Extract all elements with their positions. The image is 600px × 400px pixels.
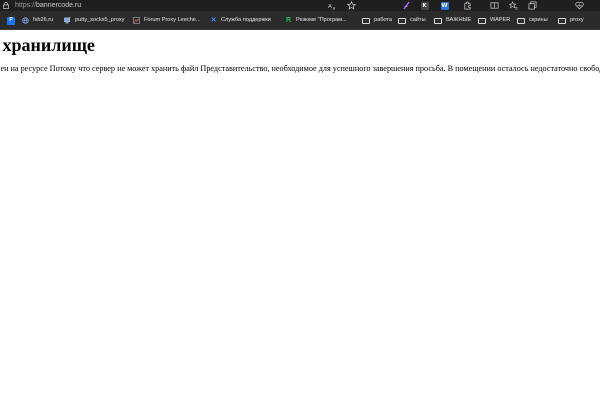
bookmark-label: Служба поддержки — [221, 17, 271, 23]
w-extension-icon[interactable]: W — [440, 1, 449, 10]
leaf-extension-icon[interactable] — [400, 1, 409, 10]
bookmark-label: ВАЖНЫЕ — [446, 17, 472, 23]
lock-icon[interactable] — [3, 2, 9, 9]
bookmark-label: Forum Proxy Leeche... — [144, 17, 201, 23]
p-favicon-icon: P — [7, 16, 15, 25]
puzzle-icon[interactable] — [463, 1, 472, 10]
bookmark-support[interactable]: ✕ Служба поддержки — [210, 15, 271, 26]
error-message: лнен на ресурсе Потому что сервер не мож… — [0, 64, 600, 73]
bookmark-label: proxy — [570, 17, 584, 23]
folder-icon — [517, 17, 525, 24]
bookmark-label: скрины — [529, 17, 548, 23]
bookmark-folder-rabota[interactable]: работа — [362, 15, 392, 26]
bookmark-forum-proxy[interactable]: Forum Proxy Leeche... — [133, 15, 201, 26]
w-glyph: W — [440, 1, 449, 10]
url-host: bannercode.ru — [36, 2, 82, 9]
folder-icon — [434, 17, 442, 24]
bookmark-label: fsb26.ru — [33, 17, 54, 23]
favorites-icon[interactable] — [509, 1, 518, 10]
url-field[interactable]: https://bannercode.ru — [15, 1, 81, 10]
svg-text:а: а — [333, 6, 336, 10]
folder-icon — [558, 17, 566, 24]
folder-icon — [478, 17, 486, 24]
bookmark-fsb26[interactable]: fsb26.ru — [22, 15, 53, 26]
split-screen-icon[interactable] — [490, 1, 499, 10]
bookmark-resume[interactable]: R Резюме "Програм... — [285, 15, 347, 26]
bookmark-label: Резюме "Програм... — [296, 17, 347, 23]
bookmarks-bar: P fsb26.ru putty_socks5_proxy Forum Prox… — [0, 11, 600, 30]
collections-icon[interactable] — [528, 1, 537, 10]
k-glyph: K — [420, 1, 429, 10]
bookmark-folder-waper[interactable]: WAPER — [478, 15, 510, 26]
star-icon[interactable] — [347, 1, 356, 10]
address-bar[interactable]: https://bannercode.ru Aа K W — [0, 0, 600, 11]
bookmark-label: putty_socks5_proxy — [75, 17, 125, 23]
globe-favicon-icon — [22, 17, 29, 24]
bookmark-p[interactable]: P — [7, 15, 19, 26]
putty-favicon-icon — [64, 17, 71, 24]
bookmark-putty[interactable]: putty_socks5_proxy — [64, 15, 124, 26]
heart-pulse-icon[interactable] — [575, 1, 584, 10]
folder-icon — [398, 17, 406, 24]
x-favicon-icon: ✕ — [210, 17, 217, 24]
translate-icon[interactable]: Aа — [328, 1, 337, 10]
r-favicon-icon: R — [285, 17, 292, 24]
url-scheme: https:// — [15, 2, 37, 9]
bookmark-folder-skriny[interactable]: скрины — [517, 15, 548, 26]
bookmark-folder-vazhnye[interactable]: ВАЖНЫЕ — [434, 15, 471, 26]
forum-favicon-icon — [133, 17, 140, 24]
page-heading: ое хранилище — [0, 35, 95, 55]
bookmark-folder-saity[interactable]: сайты — [398, 15, 426, 26]
folder-icon — [362, 17, 370, 24]
bookmark-label: работа — [374, 17, 393, 23]
svg-text:A: A — [328, 4, 332, 10]
k-extension-icon[interactable]: K — [420, 1, 429, 10]
bookmark-label: WAPER — [490, 17, 511, 23]
bookmark-folder-proxy[interactable]: proxy — [558, 15, 584, 26]
bookmark-label: сайты — [410, 17, 426, 23]
